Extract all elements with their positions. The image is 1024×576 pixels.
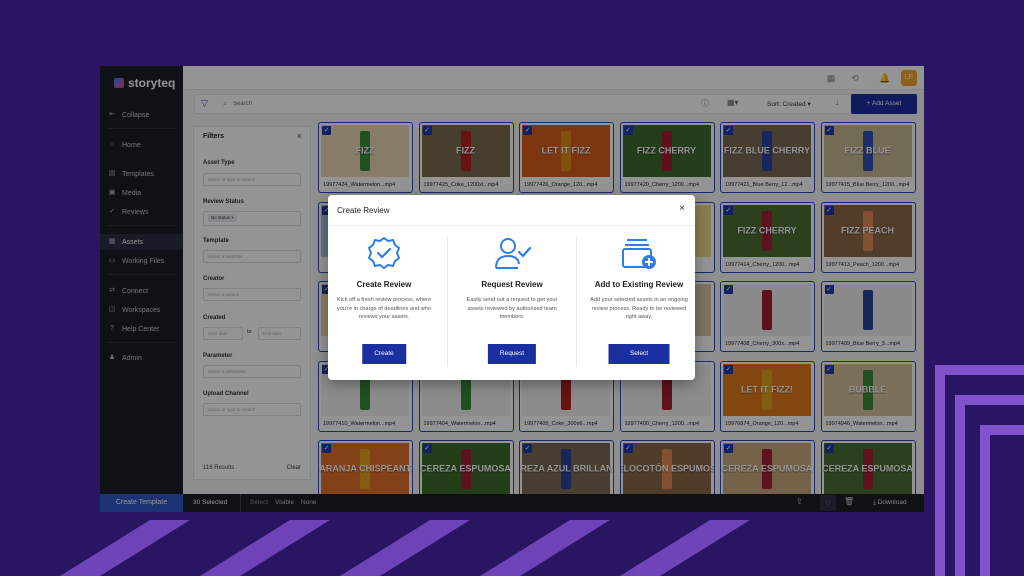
option-request-review: Request Review Easily send out a request… [451,235,573,370]
option-description: Kick off a fresh review process, where y… [336,297,432,320]
verified-badge-icon [367,236,401,270]
option-title: Request Review [481,280,543,289]
app-window: storyteq ⇤ Collapse ⌂ Home ▤ Templates ▣ Med… [100,66,924,512]
create-review-modal: Create Review × Create Review Kick off a… [328,195,695,380]
option-title: Create Review [356,280,412,289]
option-create-review: Create Review Kick off a fresh review pr… [323,235,445,370]
create-button[interactable]: Create [362,344,406,364]
option-description: Add your selected assets in an ongoing r… [590,297,688,320]
divider [447,237,448,367]
option-add-to-existing-review: Add to Existing Review Add your selected… [578,235,700,377]
stack-add-icon [622,239,656,269]
option-description: Easily send out a request to get your as… [466,297,558,320]
close-icon[interactable]: × [679,203,685,214]
modal-title: Create Review [337,206,390,215]
request-button[interactable]: Request [487,344,537,364]
option-title: Add to Existing Review [594,280,684,289]
user-check-icon [495,238,532,269]
divider [576,237,577,367]
select-review-button[interactable]: Select Review [608,344,670,377]
divider [328,225,695,226]
